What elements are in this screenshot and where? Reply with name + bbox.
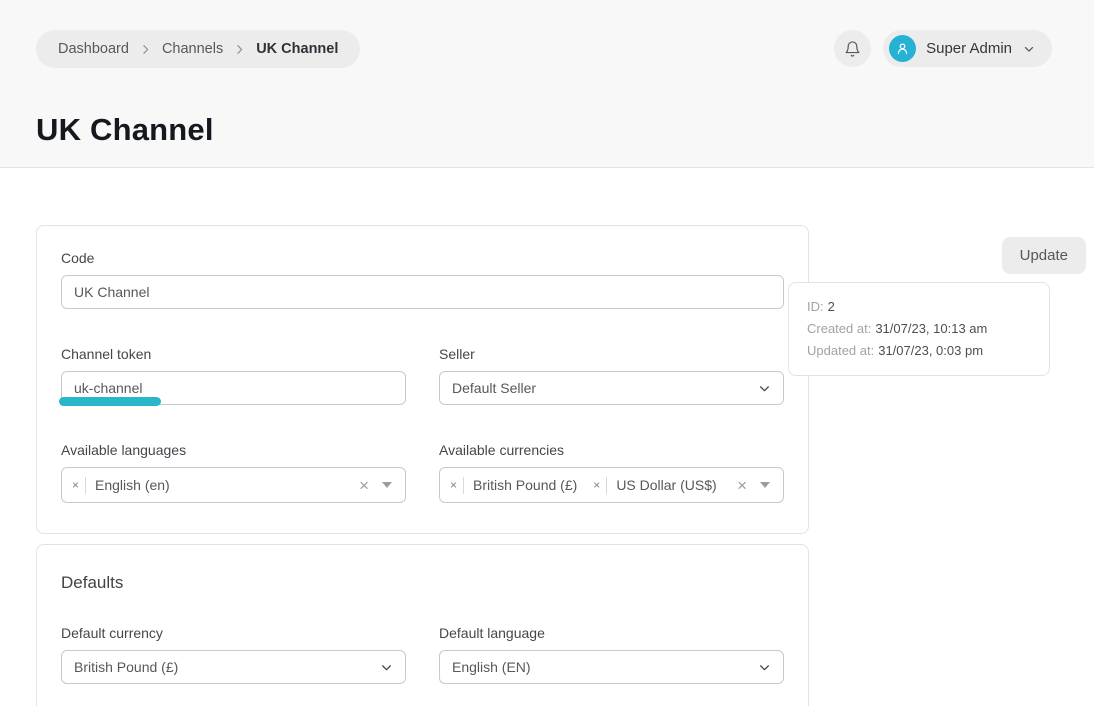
id-label: ID: <box>807 296 824 318</box>
chevron-down-icon <box>758 382 771 395</box>
main-content: Update Code Channel token Seller <box>0 225 1094 706</box>
code-field-group: Code <box>61 250 784 309</box>
default-language-label: Default language <box>439 625 784 641</box>
seller-label: Seller <box>439 346 784 362</box>
chevron-down-icon <box>380 661 393 674</box>
chip-label: US Dollar (US$) <box>616 477 716 493</box>
available-currencies-select[interactable]: × British Pound (£) × US Dollar (US$) × <box>439 467 784 503</box>
header: Dashboard Channels UK Channel <box>0 0 1094 168</box>
user-icon <box>895 41 910 56</box>
id-value: 2 <box>828 296 835 318</box>
defaults-card: Defaults Default currency British Pound … <box>36 544 809 706</box>
remove-chip-button[interactable]: × <box>593 479 606 491</box>
user-menu-button[interactable]: Super Admin <box>883 30 1052 67</box>
code-input[interactable] <box>61 275 784 309</box>
chip-divider <box>606 477 607 494</box>
chevron-right-icon <box>139 43 152 56</box>
default-language-select[interactable]: English (EN) <box>439 650 784 684</box>
default-currency-label: Default currency <box>61 625 406 641</box>
notifications-button[interactable] <box>834 30 871 67</box>
breadcrumb-current: UK Channel <box>256 41 338 57</box>
bell-icon <box>844 40 861 58</box>
entity-meta-card: ID: 2 Created at: 31/07/23, 10:13 am Upd… <box>788 282 1050 376</box>
default-language-field-group: Default language English (EN) <box>439 625 784 684</box>
chevron-down-icon <box>1022 42 1036 56</box>
update-button[interactable]: Update <box>1002 237 1086 274</box>
token-seller-row: Channel token Seller Default Seller <box>61 346 784 405</box>
defaults-heading: Defaults <box>61 573 784 593</box>
available-currencies-label: Available currencies <box>439 442 784 458</box>
created-at-label: Created at: <box>807 318 871 340</box>
language-chip: × English (en) <box>72 477 170 494</box>
chevron-down-icon <box>758 661 771 674</box>
breadcrumb: Dashboard Channels UK Channel <box>36 30 360 68</box>
updated-at-value: 31/07/23, 0:03 pm <box>878 340 983 362</box>
available-currencies-field-group: Available currencies × British Pound (£)… <box>439 442 784 503</box>
channel-details-card: Code Channel token Seller Default Seller <box>36 225 809 534</box>
currency-chip: × US Dollar (US$) <box>593 477 716 494</box>
default-currency-field-group: Default currency British Pound (£) <box>61 625 406 684</box>
meta-id-row: ID: 2 <box>807 296 1031 318</box>
form-column: Code Channel token Seller Default Seller <box>36 225 809 706</box>
topbar: Dashboard Channels UK Channel <box>0 0 1094 68</box>
chip-divider <box>85 477 86 494</box>
channel-token-input[interactable] <box>61 371 406 405</box>
available-languages-select[interactable]: × English (en) × <box>61 467 406 503</box>
clear-all-button[interactable]: × <box>737 477 747 494</box>
remove-chip-button[interactable]: × <box>72 479 85 491</box>
code-label: Code <box>61 250 784 266</box>
available-languages-field-group: Available languages × English (en) × <box>61 442 406 503</box>
channel-token-input-wrap <box>61 371 406 405</box>
seller-field-group: Seller Default Seller <box>439 346 784 405</box>
clear-all-button[interactable]: × <box>359 477 369 494</box>
defaults-row: Default currency British Pound (£) Defau… <box>61 625 784 684</box>
dropdown-caret-icon[interactable] <box>382 482 392 488</box>
channel-token-label: Channel token <box>61 346 406 362</box>
chevron-right-icon <box>233 43 246 56</box>
languages-currencies-row: Available languages × English (en) × <box>61 442 784 503</box>
created-at-value: 31/07/23, 10:13 am <box>875 318 987 340</box>
page-title: UK Channel <box>36 112 1094 148</box>
multiselect-controls: × <box>737 477 770 494</box>
currency-chip: × British Pound (£) <box>450 477 577 494</box>
chip-label: English (en) <box>95 477 170 493</box>
chip-label: British Pound (£) <box>473 477 577 493</box>
default-currency-value: British Pound (£) <box>74 659 380 675</box>
default-language-value: English (EN) <box>452 659 758 675</box>
meta-created-row: Created at: 31/07/23, 10:13 am <box>807 318 1031 340</box>
default-currency-select[interactable]: British Pound (£) <box>61 650 406 684</box>
multiselect-controls: × <box>359 477 392 494</box>
chip-divider <box>463 477 464 494</box>
breadcrumb-dashboard[interactable]: Dashboard <box>58 41 129 57</box>
seller-select-value: Default Seller <box>452 380 758 396</box>
updated-at-label: Updated at: <box>807 340 874 362</box>
available-languages-label: Available languages <box>61 442 406 458</box>
avatar <box>889 35 916 62</box>
user-name-label: Super Admin <box>926 40 1012 57</box>
dropdown-caret-icon[interactable] <box>760 482 770 488</box>
topbar-right: Super Admin <box>834 30 1052 67</box>
remove-chip-button[interactable]: × <box>450 479 463 491</box>
breadcrumb-channels[interactable]: Channels <box>162 41 223 57</box>
channel-token-field-group: Channel token <box>61 346 406 405</box>
seller-select[interactable]: Default Seller <box>439 371 784 405</box>
meta-updated-row: Updated at: 31/07/23, 0:03 pm <box>807 340 1031 362</box>
